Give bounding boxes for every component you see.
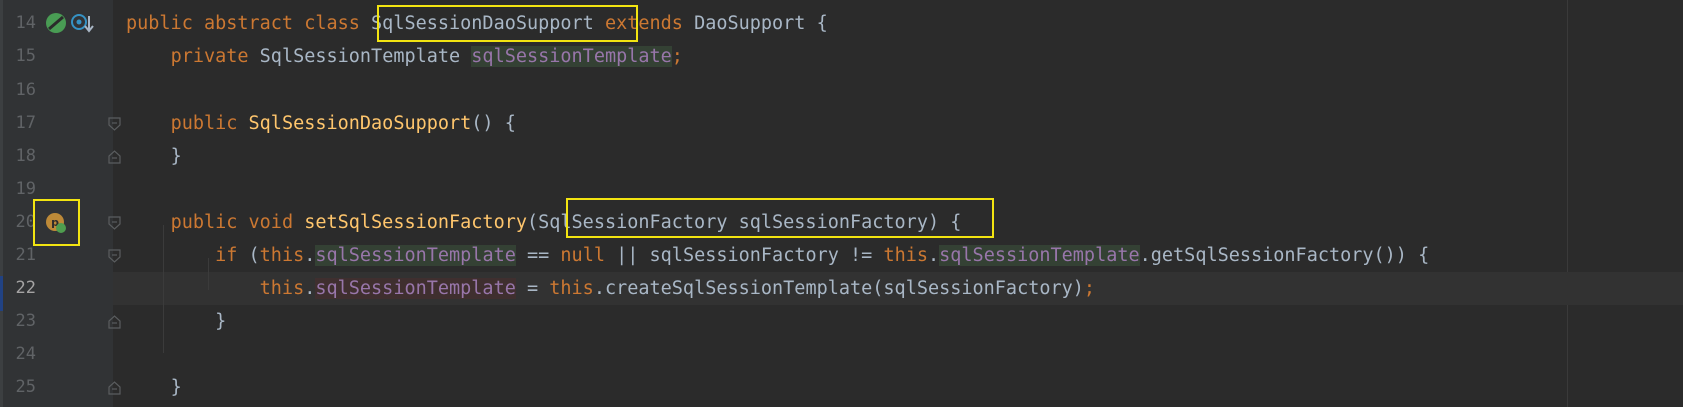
code-line-21[interactable]: if (this.sqlSessionTemplate == null || s… bbox=[126, 239, 1429, 272]
field-token: sqlSessionTemplate bbox=[315, 278, 516, 299]
code-token: if bbox=[215, 245, 249, 266]
method-token: setSqlSessionFactory bbox=[304, 212, 527, 233]
line-number: 18 bbox=[15, 146, 36, 166]
code-token: private bbox=[170, 46, 260, 67]
line-number: 19 bbox=[15, 179, 36, 199]
code-token: SqlSessionTemplate bbox=[259, 46, 472, 67]
highlight-box-parameter bbox=[566, 198, 994, 238]
implemented-down-icon[interactable] bbox=[70, 12, 94, 36]
code-token: . bbox=[928, 245, 940, 266]
code-token: = bbox=[515, 278, 550, 299]
line-number: 17 bbox=[15, 113, 36, 133]
field-token: sqlSessionTemplate bbox=[315, 245, 516, 266]
code-token: this bbox=[259, 245, 305, 266]
code-token: this bbox=[883, 245, 928, 266]
code-token: == bbox=[515, 245, 561, 266]
code-token: ; bbox=[1083, 278, 1096, 299]
line-number-current: 22 bbox=[15, 278, 36, 298]
code-token: } bbox=[215, 311, 227, 332]
line-number: 16 bbox=[15, 80, 36, 100]
code-line-23[interactable]: } bbox=[126, 305, 226, 338]
field-token: sqlSessionTemplate bbox=[471, 46, 672, 67]
fold-marker-open[interactable] bbox=[108, 249, 121, 263]
fold-marker-close[interactable] bbox=[108, 150, 121, 164]
code-token: public bbox=[170, 113, 249, 134]
code-token: } bbox=[170, 146, 182, 167]
code-line-18[interactable]: } bbox=[126, 140, 182, 173]
fold-marker-open[interactable] bbox=[108, 216, 121, 230]
code-token: . bbox=[304, 278, 316, 299]
code-token: DaoSupport { bbox=[694, 13, 828, 34]
right-margin-guide bbox=[1567, 0, 1568, 407]
highlight-box-class-name bbox=[377, 5, 638, 42]
fold-marker-close[interactable] bbox=[108, 381, 121, 395]
code-token: () { bbox=[471, 113, 516, 134]
highlight-box-gutter-icon bbox=[33, 199, 80, 246]
field-token: sqlSessionTemplate bbox=[939, 245, 1140, 266]
fold-marker-open[interactable] bbox=[108, 117, 121, 131]
code-line-22[interactable]: this.sqlSessionTemplate = this.createSql… bbox=[126, 272, 1095, 305]
code-token: .getSqlSessionFactory()) { bbox=[1139, 245, 1430, 266]
code-token: .createSqlSessionTemplate(sqlSessionFact… bbox=[593, 278, 1084, 299]
code-token: public abstract class bbox=[126, 13, 372, 34]
code-line-15[interactable]: private SqlSessionTemplate sqlSessionTem… bbox=[126, 40, 683, 73]
method-token: SqlSessionDaoSupport bbox=[248, 113, 472, 134]
code-token: ( bbox=[526, 212, 539, 233]
line-number: 14 bbox=[15, 13, 36, 33]
code-token: public void bbox=[170, 212, 305, 233]
line-number: 20 bbox=[15, 212, 36, 232]
code-token: } bbox=[170, 377, 182, 398]
code-line-25[interactable]: } bbox=[126, 371, 182, 404]
code-token: this bbox=[259, 278, 305, 299]
code-token: null bbox=[560, 245, 605, 266]
line-number: 23 bbox=[15, 311, 36, 331]
line-number: 25 bbox=[15, 377, 36, 397]
code-token: ( bbox=[248, 245, 260, 266]
line-number: 21 bbox=[15, 245, 36, 265]
code-token: this bbox=[549, 278, 594, 299]
line-number: 24 bbox=[15, 344, 36, 364]
fold-marker-close[interactable] bbox=[108, 315, 121, 329]
run-class-icon[interactable] bbox=[45, 12, 67, 34]
code-editor[interactable]: 14 15 16 17 18 19 20 21 22 23 24 25 p pu… bbox=[0, 0, 1683, 407]
code-token: . bbox=[304, 245, 316, 266]
code-token: ; bbox=[671, 46, 683, 67]
line-number: 15 bbox=[15, 46, 36, 66]
code-token: || sqlSessionFactory != bbox=[604, 245, 884, 266]
code-line-17[interactable]: public SqlSessionDaoSupport() { bbox=[126, 107, 516, 140]
